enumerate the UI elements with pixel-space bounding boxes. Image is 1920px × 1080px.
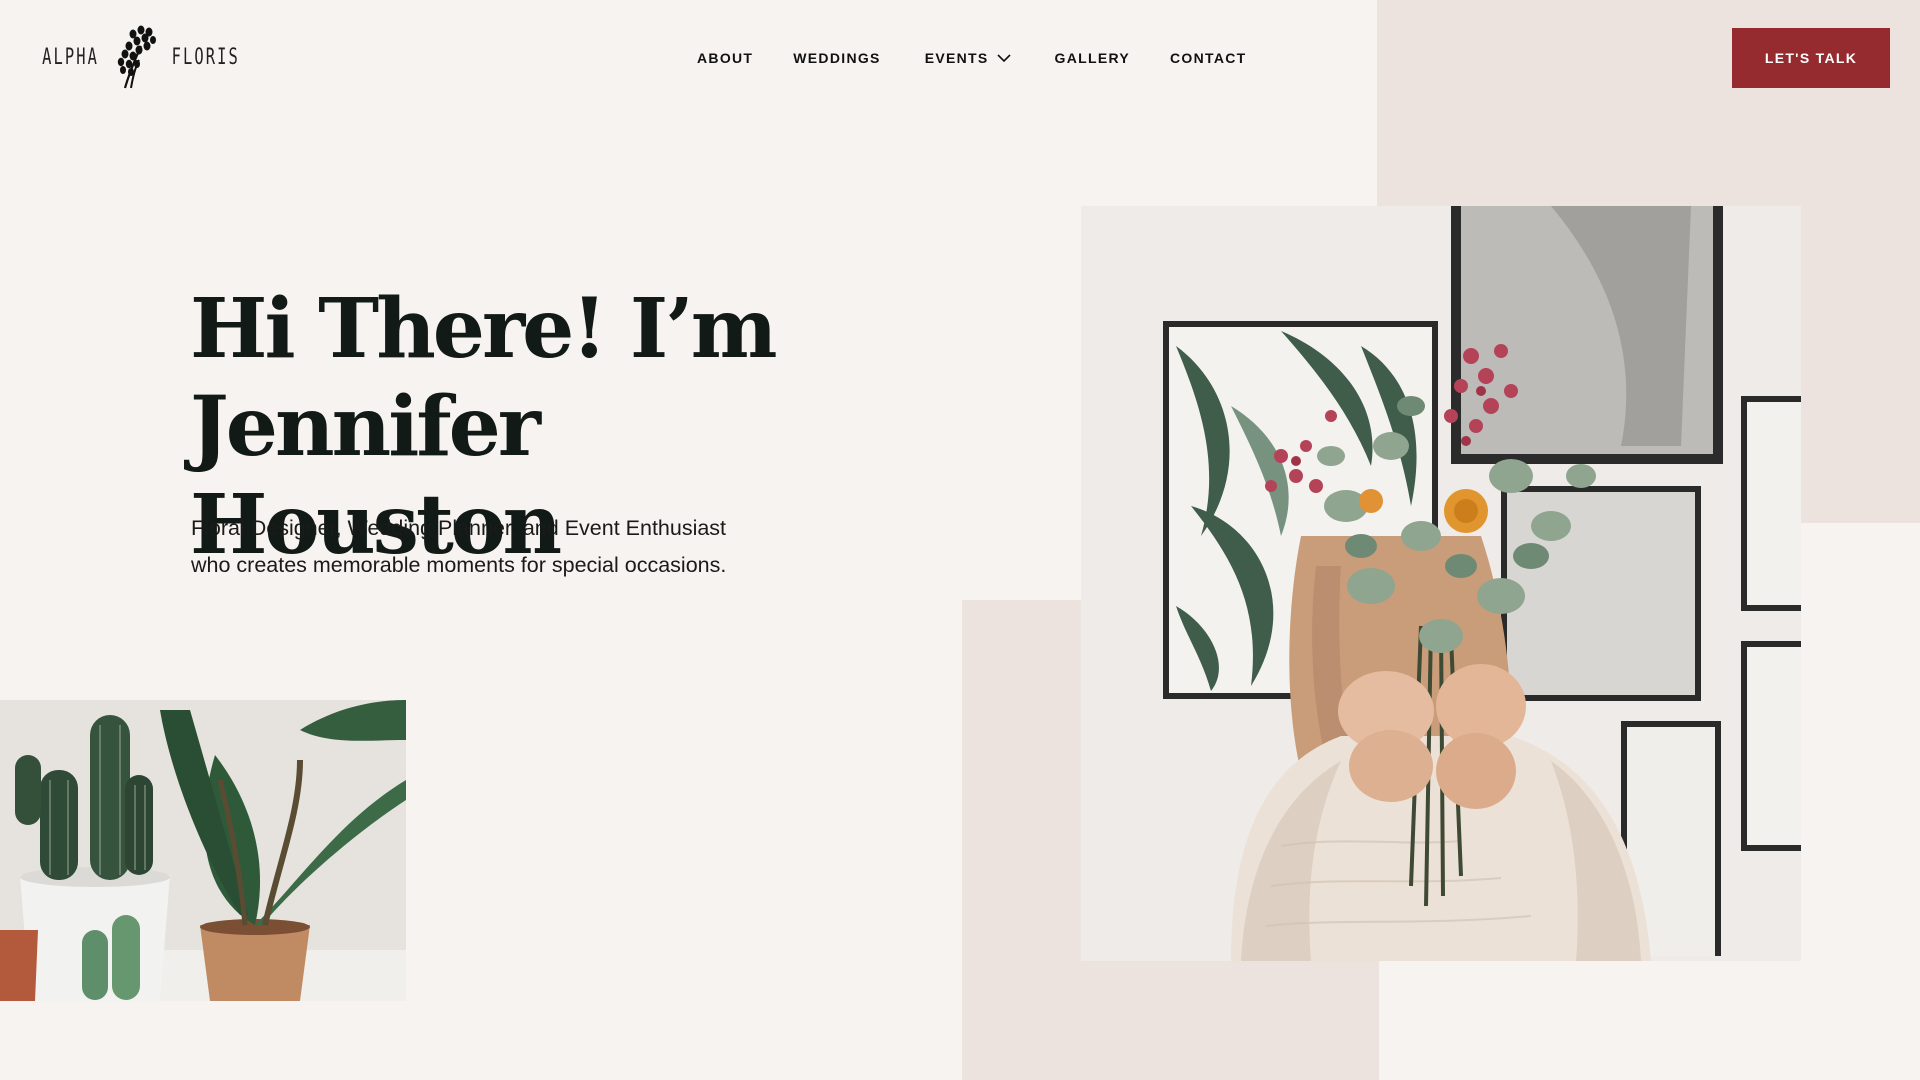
nav-item-contact[interactable]: CONTACT bbox=[1170, 47, 1247, 69]
brand-logo[interactable]: ALPHA FLORIS bbox=[30, 24, 255, 90]
nav-item-about[interactable]: ABOUT bbox=[697, 47, 753, 69]
plants-photo bbox=[0, 700, 406, 1001]
chevron-down-icon bbox=[996, 54, 1011, 63]
nav-item-events-label: EVENTS bbox=[924, 50, 989, 66]
hero-subtitle-line-1: Floral Designer, Wedding Planner, and Ev… bbox=[191, 516, 727, 540]
bouquet-photo-illustration bbox=[1081, 206, 1801, 961]
plants-photo-illustration bbox=[0, 700, 406, 1001]
lets-talk-button[interactable]: LET'S TALK bbox=[1732, 28, 1890, 88]
hero-subtitle: Floral Designer, Wedding Planner, and Ev… bbox=[191, 510, 751, 584]
nav-item-gallery[interactable]: GALLERY bbox=[1055, 47, 1130, 69]
logo-word-floris: FLORIS bbox=[171, 44, 241, 70]
logo-word-alpha: ALPHA bbox=[42, 44, 100, 70]
nav-item-weddings[interactable]: WEDDINGS bbox=[793, 47, 880, 69]
hero-subtitle-line-2: who creates memorable moments for specia… bbox=[191, 553, 727, 577]
bouquet-photo bbox=[1081, 206, 1801, 961]
main-nav: ABOUT WEDDINGS EVENTS GALLERY CONTACT bbox=[697, 47, 1247, 69]
nav-item-events[interactable]: EVENTS bbox=[925, 47, 1011, 69]
flower-branch-icon bbox=[118, 25, 157, 89]
hero-title-line-1: Hi There! I’m bbox=[190, 281, 778, 377]
site-header: ALPHA FLORIS ABOUT WEDDINGS EVENTS GALLE… bbox=[0, 0, 1920, 116]
